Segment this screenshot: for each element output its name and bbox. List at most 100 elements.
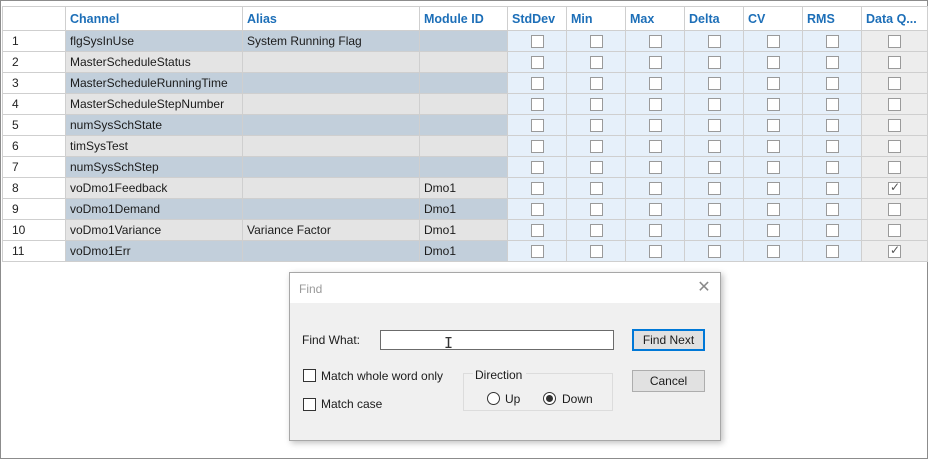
data-quality-checkbox[interactable] [888,56,901,70]
column-header-delta[interactable]: Delta [684,6,744,31]
rms-checkbox[interactable] [825,224,839,238]
rms-checkbox[interactable] [825,245,839,259]
cv-checkbox[interactable] [766,245,780,259]
max-checkbox[interactable] [648,245,662,259]
delta-checkbox[interactable] [707,35,721,49]
min-checkbox[interactable] [589,77,603,91]
alias-cell[interactable]: System Running Flag [242,30,420,52]
max-checkbox[interactable] [648,56,662,70]
direction-down-radio[interactable] [543,392,556,405]
min-checkbox[interactable] [589,182,603,196]
stddev-checkbox[interactable] [530,140,544,154]
match-case-checkbox[interactable] [303,398,316,411]
channel-cell[interactable]: voDmo1Err [65,240,243,262]
data-quality-checkbox[interactable] [888,35,901,49]
channel-cell[interactable]: numSysSchStep [65,156,243,178]
delta-checkbox[interactable] [707,77,721,91]
min-checkbox[interactable] [589,98,603,112]
cv-checkbox[interactable] [766,77,780,91]
column-header-cv[interactable]: CV [743,6,803,31]
rms-checkbox[interactable] [825,161,839,175]
max-checkbox[interactable] [648,140,662,154]
alias-cell[interactable] [242,177,420,199]
min-checkbox[interactable] [589,35,603,49]
cv-checkbox[interactable] [766,35,780,49]
channel-cell[interactable]: MasterScheduleStepNumber [65,93,243,115]
column-header-alias[interactable]: Alias [242,6,420,31]
cv-checkbox[interactable] [766,140,780,154]
module-id-cell[interactable] [419,135,508,157]
column-header-channel[interactable]: Channel [65,6,243,31]
column-header-min[interactable]: Min [566,6,626,31]
column-header-rms[interactable]: RMS [802,6,862,31]
alias-cell[interactable] [242,156,420,178]
alias-cell[interactable] [242,72,420,94]
data-quality-checkbox[interactable] [888,243,901,259]
data-quality-checkbox[interactable] [888,119,901,133]
alias-cell[interactable]: Variance Factor [242,219,420,241]
table-row[interactable]: 10 voDmo1Variance Variance Factor Dmo1 [2,219,928,241]
data-quality-checkbox[interactable] [888,180,901,196]
max-checkbox[interactable] [648,182,662,196]
close-icon[interactable]: ✕ [696,278,712,296]
cv-checkbox[interactable] [766,182,780,196]
direction-up-radio[interactable] [487,392,500,405]
delta-checkbox[interactable] [707,182,721,196]
column-header-module-id[interactable]: Module ID [419,6,508,31]
column-header-stddev[interactable]: StdDev [507,6,567,31]
rms-checkbox[interactable] [825,203,839,217]
data-quality-checkbox[interactable] [888,161,901,175]
stddev-checkbox[interactable] [530,224,544,238]
rms-checkbox[interactable] [825,77,839,91]
find-what-input[interactable] [380,330,614,350]
module-id-cell[interactable] [419,93,508,115]
table-row[interactable]: 4 MasterScheduleStepNumber [2,93,928,115]
data-quality-checkbox[interactable] [888,224,901,238]
max-checkbox[interactable] [648,203,662,217]
data-quality-checkbox[interactable] [888,203,901,217]
find-next-button[interactable]: Find Next [632,329,705,351]
stddev-checkbox[interactable] [530,35,544,49]
rms-checkbox[interactable] [825,56,839,70]
min-checkbox[interactable] [589,203,603,217]
stddev-checkbox[interactable] [530,98,544,112]
delta-checkbox[interactable] [707,161,721,175]
alias-cell[interactable] [242,240,420,262]
table-row[interactable]: 8 voDmo1Feedback Dmo1 [2,177,928,199]
cv-checkbox[interactable] [766,119,780,133]
alias-cell[interactable] [242,93,420,115]
rms-checkbox[interactable] [825,119,839,133]
stddev-checkbox[interactable] [530,245,544,259]
table-row[interactable]: 7 numSysSchStep [2,156,928,178]
channel-cell[interactable]: flgSysInUse [65,30,243,52]
rms-checkbox[interactable] [825,35,839,49]
delta-checkbox[interactable] [707,224,721,238]
stddev-checkbox[interactable] [530,77,544,91]
alias-cell[interactable] [242,135,420,157]
module-id-cell[interactable] [419,114,508,136]
min-checkbox[interactable] [589,245,603,259]
rms-checkbox[interactable] [825,98,839,112]
max-checkbox[interactable] [648,35,662,49]
column-header-data-quality[interactable]: Data Q... [861,6,928,31]
channel-cell[interactable]: numSysSchState [65,114,243,136]
channel-cell[interactable]: voDmo1Feedback [65,177,243,199]
delta-checkbox[interactable] [707,119,721,133]
data-quality-checkbox[interactable] [888,77,901,91]
max-checkbox[interactable] [648,98,662,112]
table-row[interactable]: 1 flgSysInUse System Running Flag [2,30,928,52]
stddev-checkbox[interactable] [530,119,544,133]
max-checkbox[interactable] [648,224,662,238]
module-id-cell[interactable] [419,30,508,52]
module-id-cell[interactable]: Dmo1 [419,198,508,220]
table-row[interactable]: 5 numSysSchState [2,114,928,136]
min-checkbox[interactable] [589,161,603,175]
max-checkbox[interactable] [648,119,662,133]
column-header-max[interactable]: Max [625,6,685,31]
min-checkbox[interactable] [589,119,603,133]
delta-checkbox[interactable] [707,203,721,217]
table-row[interactable]: 3 MasterScheduleRunningTime [2,72,928,94]
table-row[interactable]: 2 MasterScheduleStatus [2,51,928,73]
cv-checkbox[interactable] [766,203,780,217]
max-checkbox[interactable] [648,77,662,91]
